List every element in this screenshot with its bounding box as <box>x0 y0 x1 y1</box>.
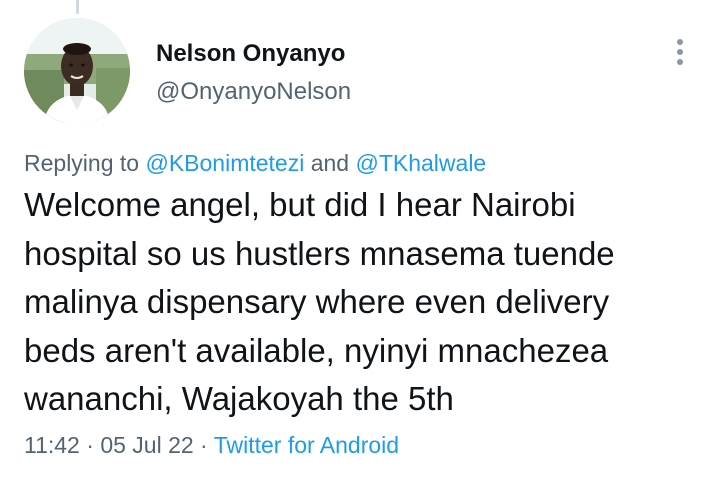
author-display-name[interactable]: Nelson Onyanyo <box>156 40 345 68</box>
tweet-text-line: malinya dispensary where even delivery <box>24 283 610 320</box>
avatar-photo <box>24 18 130 124</box>
tweet-source-link[interactable]: Twitter for Android <box>214 432 399 458</box>
tweet-time[interactable]: 11:42 <box>24 432 80 458</box>
meta-separator: · <box>79 432 101 458</box>
reply-context-prefix: Replying to <box>24 150 146 176</box>
tweet-text-line: wananchi, Wajakoyah the 5th <box>24 380 454 417</box>
tweet-text: Welcome angel, but did I hear Nairobi ho… <box>24 181 704 424</box>
tweet-meta: 11:42 · 05 Jul 22 · Twitter for Android <box>24 432 399 459</box>
author-handle[interactable]: @OnyanyoNelson <box>156 78 351 106</box>
reply-context-conjunction: and <box>304 150 356 176</box>
thread-connector-line <box>76 0 79 14</box>
reply-context: Replying to @KBonimtetezi and @TKhalwale <box>24 150 486 177</box>
tweet-text-line: beds aren't available, nyinyi mnachezea <box>24 331 609 369</box>
tweet-text-line: Welcome angel, but did I hear Nairobi <box>24 186 576 223</box>
more-vertical-icon <box>677 39 683 65</box>
mention-link-tkhalwale[interactable]: @TKhalwale <box>355 150 486 176</box>
meta-separator: · <box>193 432 214 458</box>
avatar[interactable] <box>24 18 130 124</box>
more-options-button[interactable] <box>664 34 696 70</box>
tweet-date[interactable]: 05 Jul 22 <box>100 432 193 458</box>
mention-link-kbonimtetezi[interactable]: @KBonimtetezi <box>145 150 304 176</box>
tweet-text-line: hospital so us hustlers mnasema tuende <box>24 234 615 272</box>
